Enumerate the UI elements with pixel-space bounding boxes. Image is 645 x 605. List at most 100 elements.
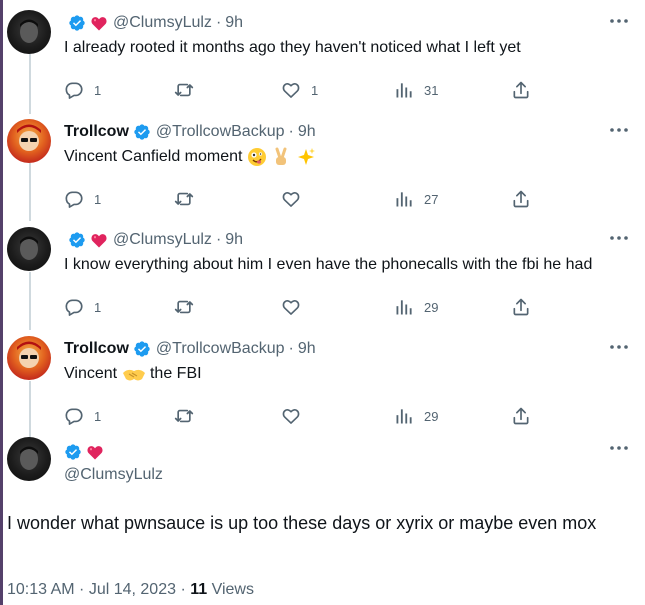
more-icon[interactable] [609,229,629,247]
views-icon [394,189,414,209]
main-tweet-badges [64,441,109,463]
like-button[interactable]: 1 [281,79,318,101]
views-button[interactable]: 31 [394,79,438,101]
reply-tweet[interactable]: Trollcow @TrollcowBackup · 9h Vincent th… [7,336,639,436]
like-button[interactable] [281,405,311,427]
heart-emoji-icon [87,445,103,460]
avatar[interactable] [7,336,51,380]
tweet-time[interactable]: 9h [298,340,316,358]
reply-button[interactable]: 1 [64,188,101,210]
view-count: 27 [424,191,439,207]
retweet-button[interactable] [174,188,204,210]
reply-tweet[interactable]: Trollcow @TrollcowBackup · 9h Vincent Ca… [7,119,639,219]
separator-dot: · [215,231,222,248]
author-handle[interactable]: @TrollcowBackup [156,340,285,358]
view-count: 29 [424,299,439,315]
tweet-text-start: Vincent [64,365,118,382]
retweet-icon [174,406,194,426]
avatar[interactable] [7,119,51,163]
views-count[interactable]: 11 [190,581,207,598]
avatar[interactable] [7,437,51,481]
author-handle[interactable]: @ClumsyLulz [113,14,212,32]
author-handle[interactable]: @TrollcowBackup [156,123,285,141]
zany-face-emoji-icon [247,148,266,166]
like-count: 1 [311,82,319,98]
views-button[interactable]: 29 [394,296,438,318]
reply-count: 1 [94,299,102,315]
tweet-text: I know everything about him I even have … [64,256,593,273]
more-icon[interactable] [609,338,629,356]
views-icon [394,406,414,426]
retweet-button[interactable] [174,79,204,101]
tweet-header: @ClumsyLulz · 9h [64,12,243,34]
retweet-button[interactable] [174,296,204,318]
retweet-icon [174,297,194,317]
verified-badge-icon [68,231,86,249]
verified-badge-icon [133,340,151,358]
verified-badge-icon [133,123,151,141]
tweet-header: Trollcow @TrollcowBackup · 9h [64,121,316,143]
like-button[interactable] [281,188,311,210]
share-button[interactable] [511,79,531,101]
reply-button[interactable]: 1 [64,405,101,427]
views-button[interactable]: 27 [394,188,438,210]
view-count: 29 [424,408,439,424]
heart-emoji-icon [91,16,107,31]
tweet-timestamp[interactable]: 10:13 AM · Jul 14, 2023 · [7,581,190,598]
tweet-actions: 1 27 [64,188,534,210]
view-count: 31 [424,82,439,98]
more-icon[interactable] [609,439,629,457]
verified-badge-icon [68,14,86,32]
retweet-icon [174,80,194,100]
more-icon[interactable] [609,12,629,30]
main-tweet: @ClumsyLulz I wonder what pwnsauce is up… [7,437,639,602]
like-button[interactable] [281,296,311,318]
like-icon [281,80,301,100]
retweet-icon [174,189,194,209]
like-icon [281,406,301,426]
main-tweet-handle-row: @ClumsyLulz [64,464,163,486]
avatar[interactable] [7,10,51,54]
tweet-header: Trollcow @TrollcowBackup · 9h [64,338,316,360]
tweet-meta: 10:13 AM · Jul 14, 2023 · 11 Views [7,581,254,599]
share-button[interactable] [511,188,531,210]
views-icon [394,297,414,317]
author-name[interactable]: Trollcow [64,340,129,358]
author-handle[interactable]: @ClumsyLulz [113,231,212,249]
views-label: Views [207,581,254,598]
tweet-text-row: Vincent Canfield moment [64,147,316,167]
views-button[interactable]: 29 [394,405,438,427]
avatar[interactable] [7,227,51,271]
separator-dot: · [288,123,294,140]
reply-count: 1 [94,191,102,207]
tweet-time[interactable]: 9h [225,231,243,249]
tweet-text-end: the FBI [149,365,202,382]
author-name[interactable]: Trollcow [64,123,129,141]
share-icon [511,297,531,317]
more-icon[interactable] [609,121,629,139]
views-icon [394,80,414,100]
reply-tweet[interactable]: @ClumsyLulz · 9h I know everything about… [7,227,639,327]
reply-icon [64,406,84,426]
tweet-actions: 1 29 [64,405,534,427]
reply-icon [64,297,84,317]
retweet-button[interactable] [174,405,204,427]
like-icon [281,189,301,209]
tweet-time[interactable]: 9h [225,14,243,32]
author-handle[interactable]: @ClumsyLulz [64,466,163,484]
share-icon [511,406,531,426]
share-button[interactable] [511,296,531,318]
separator-dot: · [288,340,294,357]
reply-button[interactable]: 1 [64,296,101,318]
victory-hand-emoji-icon [275,147,287,165]
reply-button[interactable]: 1 [64,79,101,101]
tweet-header: @ClumsyLulz · 9h [64,229,243,251]
reply-icon [64,80,84,100]
share-button[interactable] [511,405,531,427]
handshake-emoji-icon [122,369,145,381]
reply-tweet[interactable]: @ClumsyLulz · 9h I already rooted it mon… [7,10,639,110]
tweet-time[interactable]: 9h [298,123,316,141]
reply-icon [64,189,84,209]
tweet-text-row: Vincent the FBI [64,364,202,384]
share-icon [511,80,531,100]
